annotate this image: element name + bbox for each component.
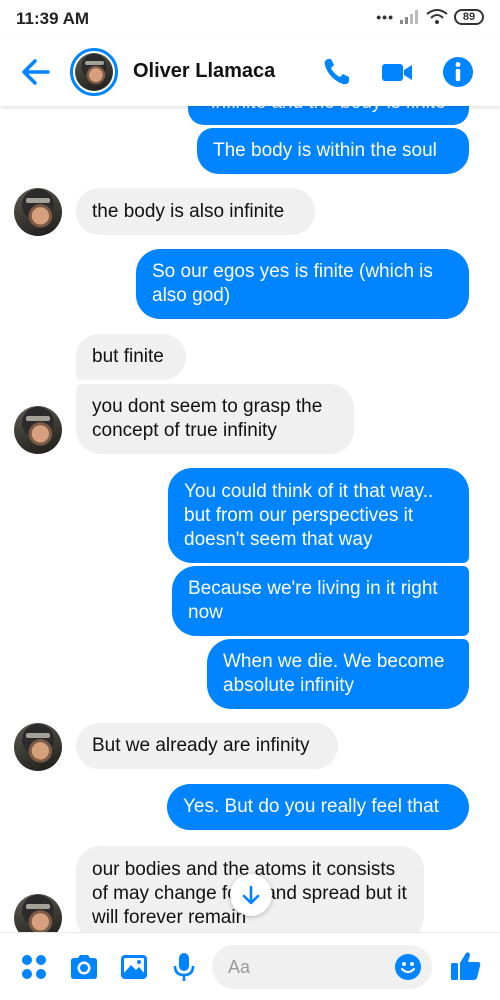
sender-avatar[interactable] xyxy=(14,188,62,236)
conversation-header: Oliver Llamaca xyxy=(0,38,500,106)
message-list[interactable]: infinite and the body is finite The body… xyxy=(0,106,500,932)
status-icons: ••• 89 xyxy=(376,9,484,25)
status-bar: 11:39 AM ••• 89 xyxy=(0,0,500,38)
message-outgoing[interactable]: Yes. But do you really feel that xyxy=(167,784,469,830)
contact-photo xyxy=(75,53,113,91)
message-incoming[interactable]: but finite xyxy=(76,334,186,380)
emoji-icon[interactable] xyxy=(394,953,422,981)
status-time: 11:39 AM xyxy=(16,9,90,28)
message-outgoing[interactable]: You could think of it that way.. but fro… xyxy=(168,468,469,563)
notification-dots-icon: ••• xyxy=(376,9,394,25)
scroll-to-bottom-button[interactable] xyxy=(230,874,272,916)
back-arrow-icon[interactable] xyxy=(18,54,54,90)
message-composer: Aa xyxy=(0,932,500,1000)
message-input[interactable]: Aa xyxy=(212,945,432,989)
battery-indicator: 89 xyxy=(454,9,484,25)
microphone-icon[interactable] xyxy=(168,951,200,983)
signal-icon xyxy=(400,10,418,24)
sender-avatar[interactable] xyxy=(14,894,62,932)
message-outgoing[interactable]: Because we're living in it right now xyxy=(172,566,469,636)
contact-name[interactable]: Oliver Llamaca xyxy=(133,60,275,83)
thumbs-up-icon[interactable] xyxy=(449,949,483,983)
message-incoming[interactable]: you dont seem to grasp the concept of tr… xyxy=(76,384,354,454)
arrow-down-icon xyxy=(242,885,260,905)
message-outgoing[interactable]: The body is within the soul xyxy=(197,128,469,174)
message-input-placeholder: Aa xyxy=(228,957,251,977)
menu-grid-icon[interactable] xyxy=(18,951,50,983)
contact-avatar[interactable] xyxy=(70,48,118,96)
camera-icon[interactable] xyxy=(68,951,100,983)
battery-level: 89 xyxy=(462,11,476,23)
message-incoming[interactable]: But we already are infinity xyxy=(76,723,338,769)
message-incoming[interactable]: the body is also infinite xyxy=(76,188,315,235)
message-outgoing[interactable]: So our egos yes is finite (which is also… xyxy=(136,249,469,319)
message-outgoing[interactable]: When we die. We become absolute infinity xyxy=(207,639,469,709)
info-icon[interactable] xyxy=(441,55,475,89)
wifi-icon xyxy=(426,9,448,24)
sender-avatar[interactable] xyxy=(14,723,62,771)
sender-avatar[interactable] xyxy=(14,406,62,454)
video-camera-icon[interactable] xyxy=(380,55,414,89)
image-icon[interactable] xyxy=(118,951,150,983)
message-outgoing[interactable]: infinite and the body is finite xyxy=(188,106,469,125)
phone-icon[interactable] xyxy=(320,55,354,89)
